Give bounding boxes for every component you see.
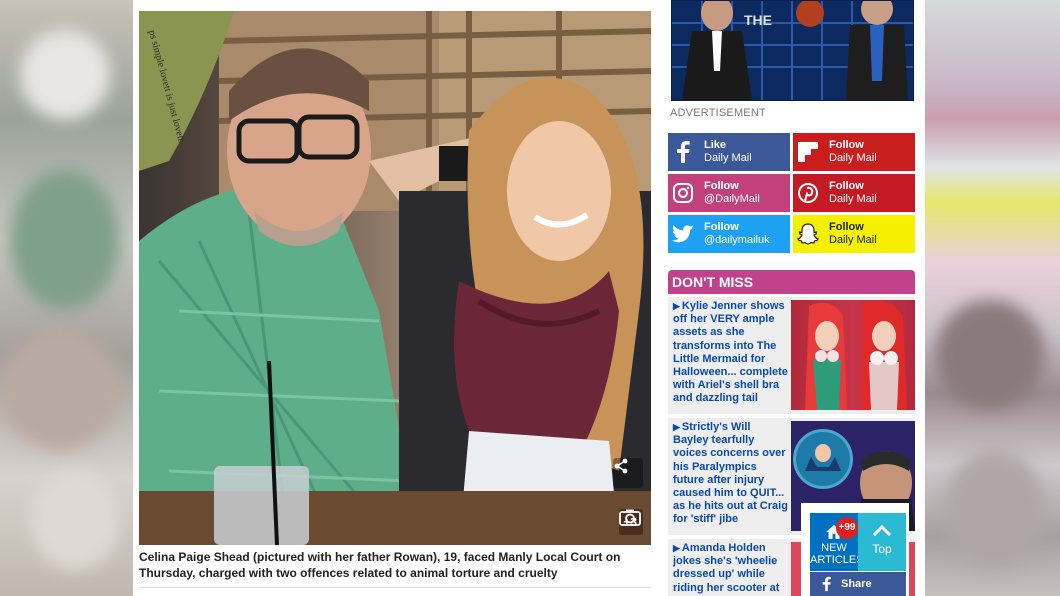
ad-illustration: THE bbox=[672, 1, 913, 100]
camera-icon bbox=[619, 509, 642, 526]
flipboard-icon bbox=[793, 133, 823, 171]
photo-caption: Celina Paige Shead (pictured with her fa… bbox=[139, 550, 621, 580]
pinterest-icon bbox=[793, 174, 823, 212]
pinterest-follow-button[interactable]: Follow Daily Mail bbox=[793, 174, 915, 212]
snapchat-follow-button[interactable]: Follow Daily Mail bbox=[793, 215, 915, 253]
twitter-icon bbox=[668, 215, 698, 253]
facebook-line1: Like bbox=[704, 139, 727, 151]
facebook-icon bbox=[822, 576, 831, 592]
new-articles-label-2: ARTICLES bbox=[810, 554, 864, 566]
dont-miss-link[interactable]: ▶ Strictly's Will Bayley tearfully voices… bbox=[673, 421, 788, 527]
facebook-line2: Daily Mail bbox=[704, 152, 752, 164]
facebook-share-button[interactable]: Share bbox=[810, 572, 906, 596]
snapchat-icon bbox=[793, 215, 823, 253]
instagram-icon bbox=[668, 174, 698, 212]
photo-gallery-button[interactable]: +3 bbox=[619, 509, 643, 535]
arrow-right-icon: ▶ bbox=[673, 301, 680, 311]
new-articles-count-badge: +99 bbox=[836, 517, 858, 539]
dont-miss-link[interactable]: ▶ Amanda Holden jokes she's 'wheelie dres… bbox=[673, 542, 788, 596]
blurred-background-left bbox=[0, 0, 133, 596]
flipboard-line1: Follow bbox=[829, 139, 864, 151]
twitter-line2: @dailymailuk bbox=[704, 234, 770, 246]
facebook-share-label: Share bbox=[841, 578, 872, 590]
advertisement-label: ADVERTISEMENT bbox=[670, 107, 766, 119]
pinterest-line1: Follow bbox=[829, 180, 864, 192]
dont-miss-header: DON'T MISS bbox=[668, 270, 915, 294]
share-icon bbox=[614, 458, 628, 474]
thumbnail-illustration bbox=[805, 300, 907, 410]
new-articles-label-1: NEW bbox=[821, 542, 847, 554]
pinterest-line2: Daily Mail bbox=[829, 193, 877, 205]
arrow-right-icon: ▶ bbox=[673, 422, 680, 432]
advertisement-image[interactable]: THE bbox=[671, 0, 914, 101]
back-to-top-label: Top bbox=[872, 542, 892, 556]
facebook-like-button[interactable]: Like Daily Mail bbox=[668, 133, 790, 171]
instagram-line1: Follow bbox=[704, 180, 739, 192]
article-photo[interactable]: ps simple lovett is just lovett +3 bbox=[139, 11, 651, 545]
dont-miss-thumbnail[interactable] bbox=[791, 300, 915, 410]
chevron-up-icon bbox=[872, 524, 892, 537]
twitter-follow-button[interactable]: Follow @dailymailuk bbox=[668, 215, 790, 253]
blurred-background-right bbox=[925, 0, 1060, 596]
share-photo-button[interactable] bbox=[613, 458, 643, 488]
divider bbox=[139, 587, 651, 588]
snapchat-line1: Follow bbox=[829, 221, 864, 233]
dont-miss-link[interactable]: ▶ Kylie Jenner shows off her VERY ample a… bbox=[673, 300, 788, 406]
twitter-line1: Follow bbox=[704, 221, 739, 233]
dont-miss-item[interactable]: ▶ Kylie Jenner shows off her VERY ample a… bbox=[668, 297, 915, 414]
dont-miss-item-text: Amanda Holden jokes she's 'wheelie dress… bbox=[673, 542, 780, 596]
arrow-right-icon: ▶ bbox=[673, 543, 680, 553]
facebook-icon bbox=[668, 133, 698, 171]
dont-miss-item-text: Kylie Jenner shows off her VERY ample as… bbox=[673, 300, 788, 405]
photo-illustration: ps simple lovett is just lovett bbox=[139, 11, 651, 545]
snapchat-line2: Daily Mail bbox=[829, 234, 877, 246]
instagram-line2: @DailyMail bbox=[704, 193, 760, 205]
back-to-top-button[interactable]: Top bbox=[858, 513, 906, 571]
ad-sign-text: THE bbox=[744, 12, 772, 28]
flipboard-follow-button[interactable]: Follow Daily Mail bbox=[793, 133, 915, 171]
flipboard-line2: Daily Mail bbox=[829, 152, 877, 164]
article-page: ps simple lovett is just lovett +3 Celin… bbox=[133, 0, 925, 596]
instagram-follow-button[interactable]: Follow @DailyMail bbox=[668, 174, 790, 212]
dont-miss-item-text: Strictly's Will Bayley tearfully voices … bbox=[673, 421, 788, 526]
